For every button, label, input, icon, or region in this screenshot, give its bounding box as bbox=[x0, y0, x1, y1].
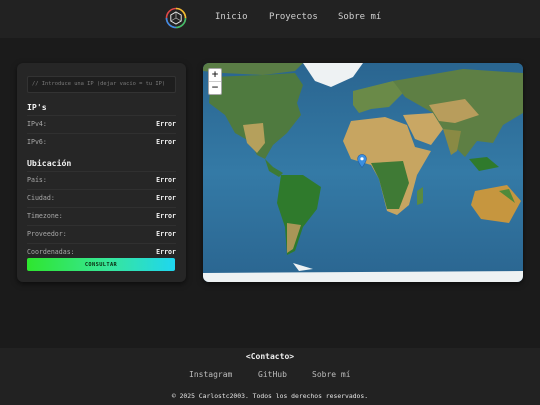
footer-link-github[interactable]: GitHub bbox=[258, 370, 287, 379]
nav-link-about[interactable]: Sobre mí bbox=[338, 12, 381, 22]
provider-row: Proveedor: Error bbox=[27, 224, 176, 243]
zoom-control: + − bbox=[208, 68, 222, 95]
timezone-label: Timezone: bbox=[27, 212, 63, 220]
ip-info-panel: IP's IPv4: Error IPv6: Error Ubicación P… bbox=[17, 63, 186, 282]
footer-link-about[interactable]: Sobre mí bbox=[312, 370, 351, 379]
ipv4-label: IPv4: bbox=[27, 120, 47, 128]
ipv6-row: IPv6: Error bbox=[27, 132, 176, 151]
consult-button[interactable]: CONSULTAR bbox=[27, 258, 175, 271]
nav-link-projects[interactable]: Proyectos bbox=[269, 12, 318, 22]
top-navbar: Inicio Proyectos Sobre mí bbox=[0, 0, 540, 38]
country-row: País: Error bbox=[27, 170, 176, 189]
timezone-row: Timezone: Error bbox=[27, 206, 176, 225]
nav-link-home[interactable]: Inicio bbox=[215, 12, 248, 22]
ips-section-title: IP's bbox=[27, 101, 47, 112]
provider-value: Error bbox=[156, 230, 176, 238]
coords-value: Error bbox=[156, 248, 176, 256]
zoom-in-button[interactable]: + bbox=[209, 69, 221, 81]
city-value: Error bbox=[156, 194, 176, 202]
zoom-out-button[interactable]: − bbox=[209, 81, 221, 94]
footer: <Contacto> Instagram GitHub Sobre mí © 2… bbox=[0, 348, 540, 405]
ipv6-value: Error bbox=[156, 138, 176, 146]
ip-input[interactable] bbox=[27, 75, 176, 93]
country-label: País: bbox=[27, 176, 47, 184]
city-label: Ciudad: bbox=[27, 194, 55, 202]
coords-label: Coordenadas: bbox=[27, 248, 75, 256]
copyright-text: © 2025 Carlostc2003. Todos los derechos … bbox=[171, 392, 369, 400]
footer-link-instagram[interactable]: Instagram bbox=[189, 370, 232, 379]
site-logo-icon[interactable] bbox=[165, 7, 187, 29]
world-map-tiles bbox=[203, 63, 523, 282]
location-section-title: Ubicación bbox=[27, 157, 72, 168]
provider-label: Proveedor: bbox=[27, 230, 67, 238]
world-map[interactable]: + − bbox=[203, 63, 523, 282]
country-value: Error bbox=[156, 176, 176, 184]
city-row: Ciudad: Error bbox=[27, 188, 176, 207]
ipv4-row: IPv4: Error bbox=[27, 114, 176, 133]
timezone-value: Error bbox=[156, 212, 176, 220]
footer-title: <Contacto> bbox=[245, 352, 295, 361]
map-marker-icon[interactable] bbox=[357, 154, 367, 168]
ipv4-value: Error bbox=[156, 120, 176, 128]
ipv6-label: IPv6: bbox=[27, 138, 47, 146]
